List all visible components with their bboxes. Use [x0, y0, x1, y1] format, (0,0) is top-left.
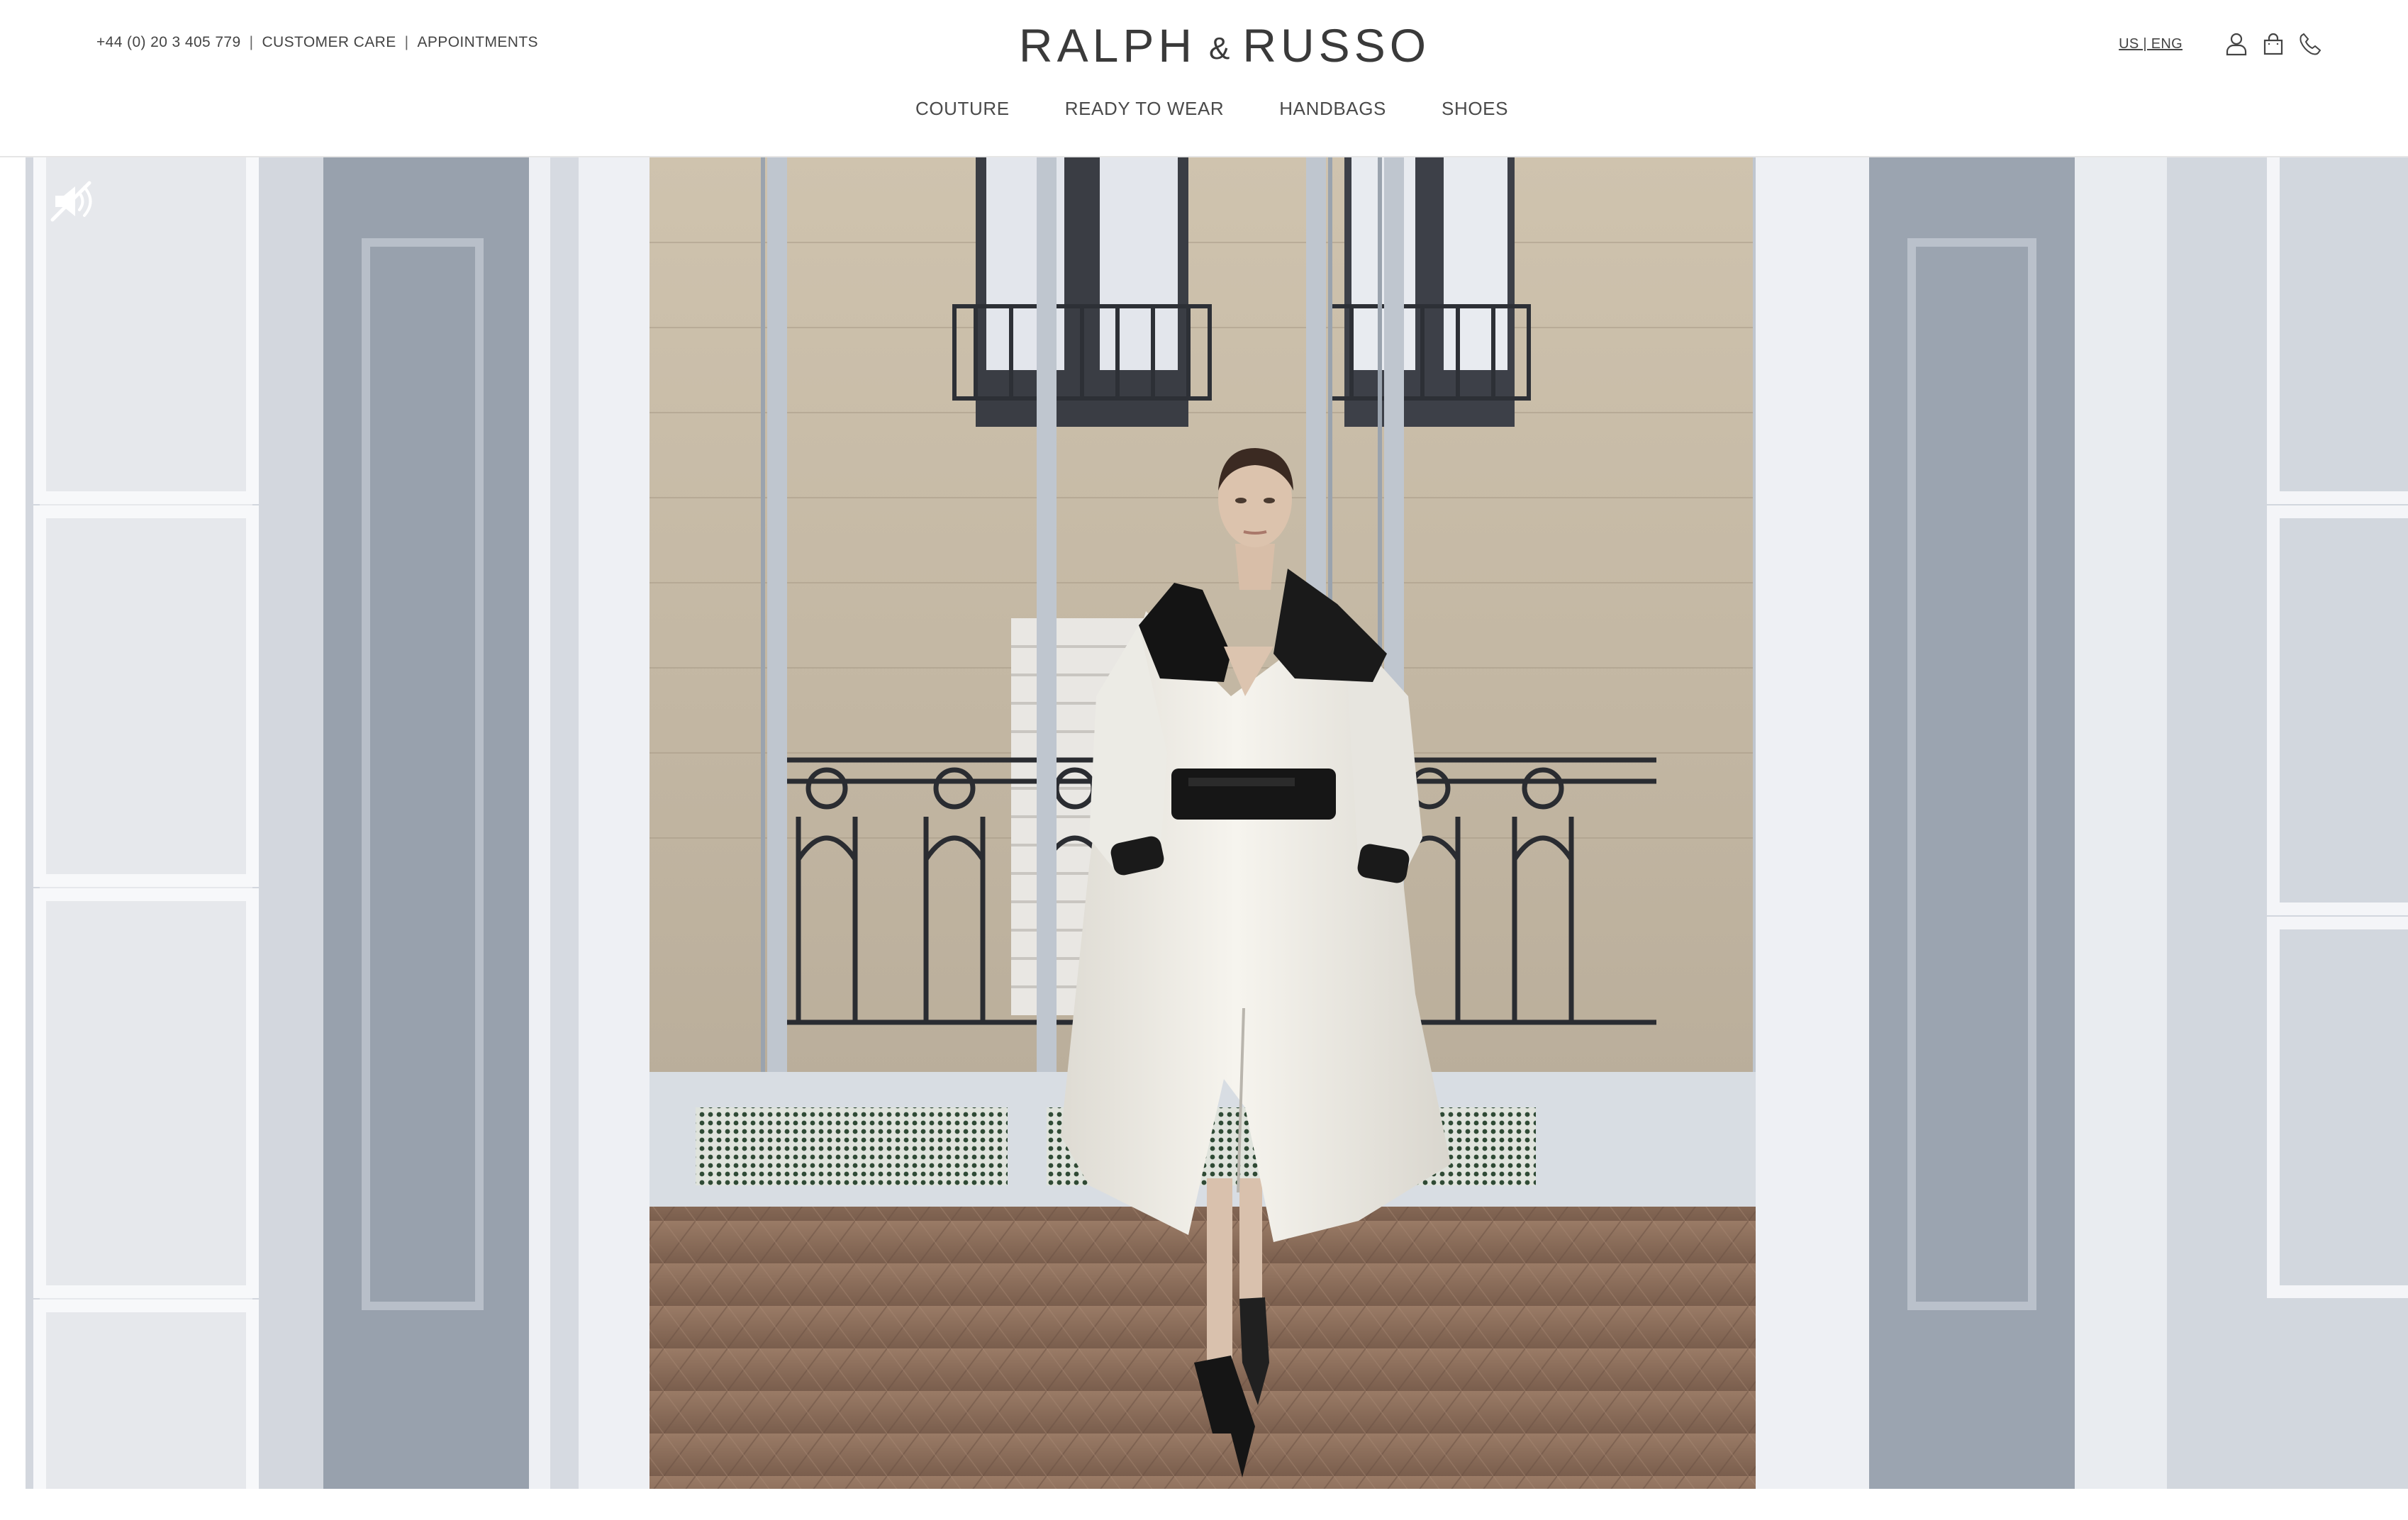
shopping-bag-icon[interactable]: [2259, 30, 2287, 58]
utility-separator: |: [249, 34, 254, 50]
runway-video-frame: [26, 157, 2408, 1489]
utility-links: +44 (0) 20 3 405 779 | CUSTOMER CARE | A…: [96, 34, 538, 51]
sound-off-icon[interactable]: [45, 176, 96, 227]
nav-item-couture[interactable]: COUTURE: [915, 98, 1010, 120]
utility-separator: |: [404, 34, 409, 50]
appointments-link[interactable]: APPOINTMENTS: [417, 34, 537, 51]
logo-ampersand: &: [1209, 31, 1230, 66]
account-icon[interactable]: [2222, 30, 2251, 58]
page: +44 (0) 20 3 405 779 | CUSTOMER CARE | A…: [0, 0, 2408, 1520]
hero-video[interactable]: [26, 157, 2408, 1489]
nav-item-shoes[interactable]: SHOES: [1442, 98, 1508, 120]
phone-link[interactable]: +44 (0) 20 3 405 779: [96, 34, 241, 51]
header-tools: US | ENG: [2119, 27, 2324, 61]
customer-care-link[interactable]: CUSTOMER CARE: [262, 34, 396, 51]
nav-item-ready-to-wear[interactable]: READY TO WEAR: [1065, 98, 1225, 120]
nav-item-handbags[interactable]: HANDBAGS: [1279, 98, 1386, 120]
phone-icon[interactable]: [2296, 30, 2324, 58]
logo-word-russo: RUSSO: [1242, 19, 1431, 72]
locale-selector[interactable]: US | ENG: [2119, 36, 2183, 52]
main-nav: COUTURE READY TO WEAR HANDBAGS SHOES: [0, 98, 2408, 120]
site-header: +44 (0) 20 3 405 779 | CUSTOMER CARE | A…: [0, 0, 2408, 157]
logo-word-ralph: RALPH: [1018, 19, 1196, 72]
brand-logo[interactable]: RALPH & RUSSO: [1019, 17, 1426, 74]
